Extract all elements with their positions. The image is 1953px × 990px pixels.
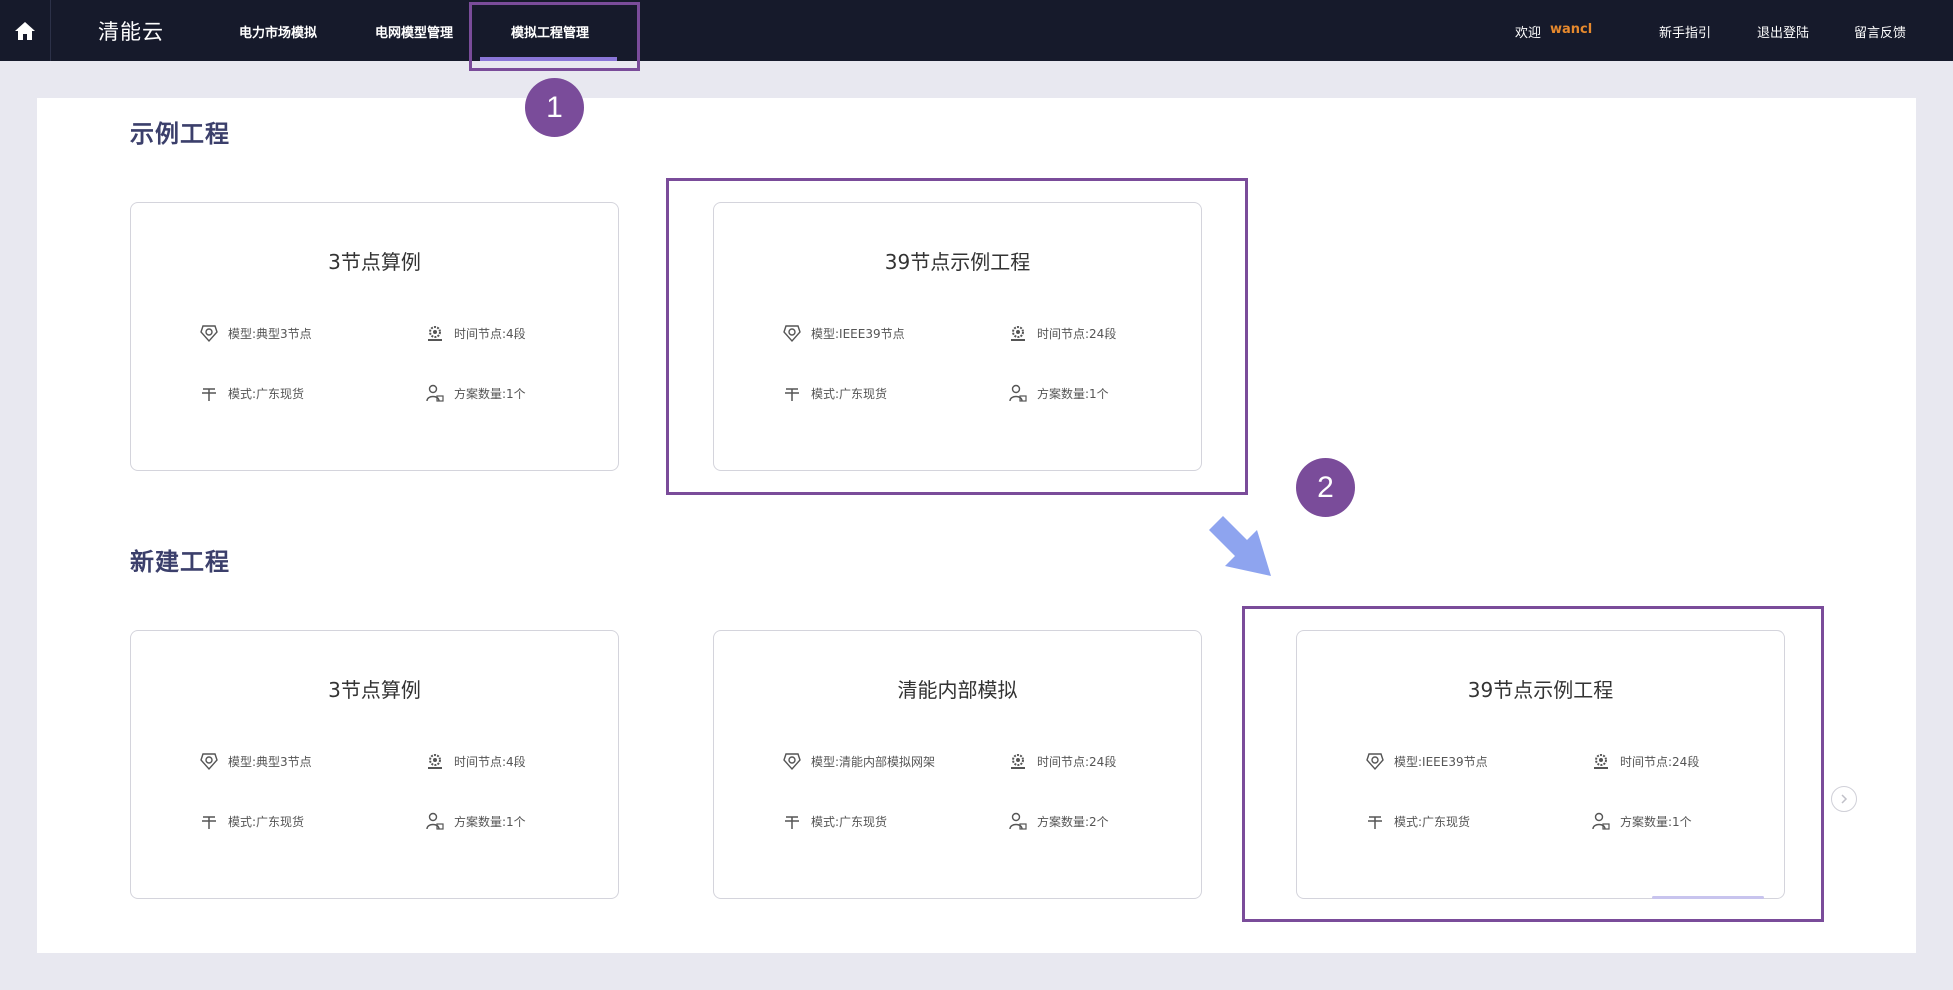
app-brand: 清能云 — [98, 20, 164, 44]
card-model-text: 模型:清能内部模拟网架 — [811, 754, 936, 769]
card-model-text: 模型:典型3节点 — [228, 754, 312, 769]
card-title: 3节点算例 — [328, 678, 421, 702]
clock-gear-icon — [1011, 754, 1025, 769]
user-plan-icon — [1009, 384, 1027, 402]
card-plans-text: 方案数量:1个 — [454, 386, 526, 401]
clock-gear-icon — [1594, 754, 1608, 769]
clock-gear-icon — [428, 326, 442, 341]
username: wancl — [1550, 22, 1593, 37]
card-plans: 方案数量:1个 — [425, 383, 526, 403]
card-mode-text: 模式:广东现货 — [228, 386, 305, 401]
new-project-card[interactable]: 清能内部模拟 模型:清能内部模拟网架 时间节点:24段 模式:广东现货 方案数量… — [713, 630, 1202, 899]
user-plan-icon — [1009, 812, 1027, 830]
card-time: 时间节点:24段 — [1008, 323, 1116, 343]
guide-link[interactable]: 新手指引 — [1659, 22, 1711, 41]
home-button[interactable] — [0, 0, 51, 61]
welcome-text: 欢迎 — [1515, 26, 1542, 41]
card-model-text: 模型:IEEE39节点 — [1394, 754, 1488, 769]
nav-active-indicator — [480, 57, 617, 61]
top-navbar: 清能云 电力市场模拟 电网模型管理 模拟工程管理 欢迎 wancl 新手指引 退… — [0, 0, 1953, 61]
model-icon — [1366, 753, 1384, 771]
model-icon — [200, 753, 218, 771]
card-model-text: 模型:IEEE39节点 — [811, 326, 905, 341]
user-plan-icon — [426, 384, 444, 402]
nav-grid-model-management[interactable]: 电网模型管理 — [375, 22, 453, 41]
feedback-link[interactable]: 留言反馈 — [1854, 22, 1906, 41]
main-content: 示例工程 3节点算例 模型:典型3节点 时间节点:4段 模式:广东现货 方案数量… — [37, 98, 1916, 953]
card-mode-text: 模式:广东现货 — [811, 814, 888, 829]
user-plan-icon — [1592, 812, 1610, 830]
chevron-right-icon — [1841, 794, 1848, 804]
mode-icon — [1368, 816, 1382, 829]
user-plan-icon — [426, 812, 444, 830]
card-mode: 模式:广东现货 — [1365, 811, 1470, 831]
card-title: 3节点算例 — [328, 250, 421, 274]
new-project-card[interactable]: 39节点示例工程 模型:IEEE39节点 时间节点:24段 模式:广东现货 方案… — [1296, 630, 1785, 899]
card-title: 39节点示例工程 — [1467, 678, 1614, 702]
mode-icon — [785, 816, 799, 829]
carousel-next-button[interactable] — [1831, 786, 1857, 812]
mode-icon — [202, 816, 216, 829]
arrow-down-right-icon — [1209, 516, 1271, 576]
card-model: 模型:IEEE39节点 — [1365, 751, 1488, 771]
card-mode: 模式:广东现货 — [782, 383, 887, 403]
card-time-text: 时间节点:24段 — [1620, 754, 1700, 769]
card-time: 时间节点:24段 — [1591, 751, 1699, 771]
card-mode: 模式:广东现货 — [782, 811, 887, 831]
logout-link[interactable]: 退出登陆 — [1757, 22, 1809, 41]
mode-icon — [202, 388, 216, 401]
card-plans: 方案数量:1个 — [1591, 811, 1692, 831]
card-plans-text: 方案数量:1个 — [1620, 814, 1692, 829]
card-time: 时间节点:4段 — [425, 751, 526, 771]
card-mode: 模式:广东现货 — [199, 383, 304, 403]
card-time: 时间节点:4段 — [425, 323, 526, 343]
card-model: 模型:IEEE39节点 — [782, 323, 905, 343]
new-project-card[interactable]: 3节点算例 模型:典型3节点 时间节点:4段 模式:广东现货 方案数量:1个 — [130, 630, 619, 899]
card-mode-text: 模式:广东现货 — [811, 386, 888, 401]
card-plans-text: 方案数量:2个 — [1037, 814, 1109, 829]
section-title-new: 新建工程 — [130, 548, 230, 576]
card-time-text: 时间节点:4段 — [454, 754, 526, 769]
step-badge-1: 1 — [525, 78, 584, 137]
card-plans-text: 方案数量:1个 — [454, 814, 526, 829]
clock-gear-icon — [1011, 326, 1025, 341]
section-title-examples: 示例工程 — [130, 120, 230, 148]
card-plans: 方案数量:1个 — [425, 811, 526, 831]
card-model: 模型:典型3节点 — [199, 751, 312, 771]
card-time: 时间节点:24段 — [1008, 751, 1116, 771]
home-icon — [15, 21, 35, 40]
card-title: 39节点示例工程 — [884, 250, 1031, 274]
card-time-text: 时间节点:24段 — [1037, 326, 1117, 341]
card-plans-text: 方案数量:1个 — [1037, 386, 1109, 401]
card-title: 清能内部模拟 — [897, 678, 1018, 702]
model-icon — [200, 325, 218, 343]
card-model: 模型:清能内部模拟网架 — [782, 751, 935, 771]
card-mode-text: 模式:广东现货 — [228, 814, 305, 829]
carousel-scroll-indicator — [1652, 896, 1764, 899]
mode-icon — [785, 388, 799, 401]
card-time-text: 时间节点:24段 — [1037, 754, 1117, 769]
card-mode: 模式:广东现货 — [199, 811, 304, 831]
clock-gear-icon — [428, 754, 442, 769]
card-mode-text: 模式:广东现货 — [1394, 814, 1471, 829]
nav-market-simulation[interactable]: 电力市场模拟 — [239, 22, 317, 41]
card-plans: 方案数量:2个 — [1008, 811, 1109, 831]
card-plans: 方案数量:1个 — [1008, 383, 1109, 403]
example-project-card[interactable]: 3节点算例 模型:典型3节点 时间节点:4段 模式:广东现货 方案数量:1个 — [130, 202, 619, 471]
card-model-text: 模型:典型3节点 — [228, 326, 312, 341]
step-badge-2: 2 — [1296, 458, 1355, 517]
nav-simulation-project-management[interactable]: 模拟工程管理 — [511, 22, 589, 41]
card-time-text: 时间节点:4段 — [454, 326, 526, 341]
example-project-card[interactable]: 39节点示例工程 模型:IEEE39节点 时间节点:24段 模式:广东现货 方案… — [713, 202, 1202, 471]
card-model: 模型:典型3节点 — [199, 323, 312, 343]
model-icon — [783, 325, 801, 343]
model-icon — [783, 753, 801, 771]
